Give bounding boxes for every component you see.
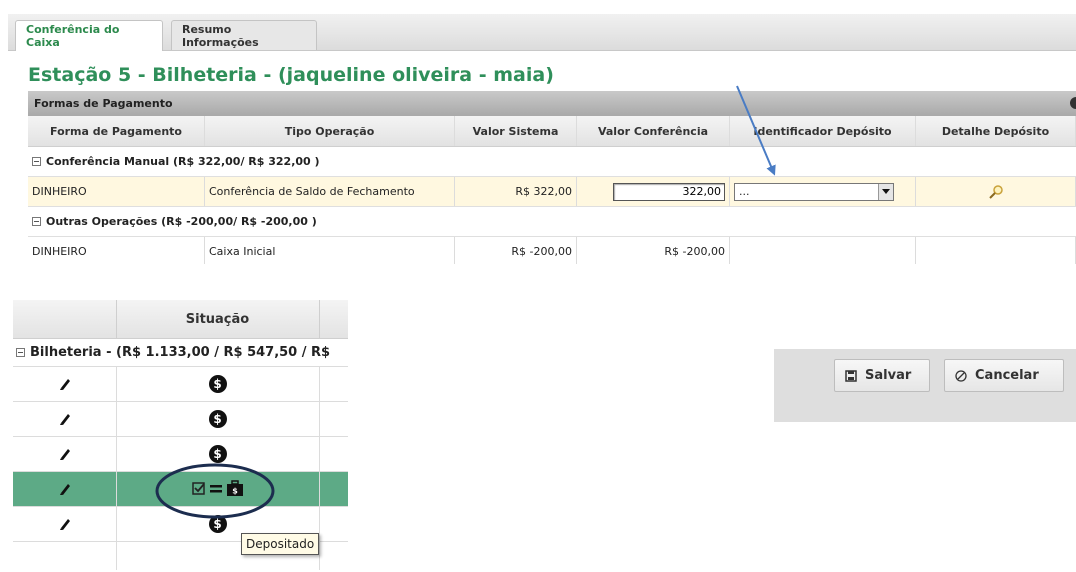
cell-valor-conferencia: R$ -200,00 <box>577 237 730 264</box>
valor-conferencia-input[interactable] <box>613 182 725 201</box>
cell-detalhe <box>916 177 1076 206</box>
list-item[interactable]: $ <box>13 437 348 472</box>
col-tipo-operacao[interactable]: Tipo Operação <box>205 116 455 146</box>
grid-header-row: Forma de Pagamento Tipo Operação Valor S… <box>28 116 1076 147</box>
cell-identificador: ... <box>730 177 916 206</box>
cell-valor-sistema: R$ -200,00 <box>455 237 577 264</box>
cell-forma: DINHEIRO <box>28 177 205 206</box>
dollar-circle-icon: $ <box>208 410 227 428</box>
checkbox-equals-cash-icon: $ <box>191 480 243 496</box>
select-value: ... <box>739 185 750 198</box>
status-panel: Situação Bilheteria - (R$ 1.133,00 / R$ … <box>13 300 348 570</box>
group-label: Bilheteria - (R$ 1.133,00 / R$ 547,50 / … <box>30 344 331 360</box>
save-label: Salvar <box>865 368 912 383</box>
status-tooltip: Depositado <box>241 533 320 555</box>
group-row-outras-operacoes[interactable]: Outras Operações (R$ -200,00/ R$ -200,00… <box>28 207 1076 237</box>
list-item[interactable]: $ <box>13 367 348 402</box>
tab-conferencia-caixa[interactable]: Conferência do Caixa <box>15 20 163 51</box>
collapse-panel-icon[interactable] <box>1070 97 1076 109</box>
collapse-icon[interactable] <box>32 157 41 166</box>
save-button[interactable]: Salvar <box>834 359 930 392</box>
dollar-circle-icon: $ <box>208 515 227 533</box>
cell-identificador <box>730 237 916 264</box>
cash-check-panel: Conferência do Caixa Resumo Informações … <box>8 14 1076 264</box>
dollar-circle-icon: $ <box>208 445 227 463</box>
pencil-icon[interactable] <box>58 517 72 531</box>
col-detalhe-deposito[interactable]: Detalhe Depósito <box>916 116 1076 146</box>
collapse-icon[interactable] <box>16 347 25 357</box>
magnifier-icon[interactable] <box>988 184 1004 200</box>
collapse-icon[interactable] <box>32 217 41 226</box>
group-row-bilheteria[interactable]: Bilheteria - (R$ 1.133,00 / R$ 547,50 / … <box>13 338 348 367</box>
grid-caption-text: Formas de Pagamento <box>34 97 173 110</box>
table-row[interactable]: DINHEIRO Conferência de Saldo de Fechame… <box>28 177 1076 207</box>
cell-tipo: Conferência de Saldo de Fechamento <box>205 177 455 206</box>
cell-tipo: Caixa Inicial <box>205 237 455 264</box>
cash-case-glyph: $ <box>232 487 238 496</box>
cancel-button[interactable]: Cancelar <box>944 359 1064 392</box>
col-forma-pagamento[interactable]: Forma de Pagamento <box>28 116 205 146</box>
group-label: Conferência Manual (R$ 322,00/ R$ 322,00… <box>46 155 320 168</box>
cell-valor-conferencia <box>577 177 730 206</box>
col-valor-conferencia[interactable]: Valor Conferência <box>577 116 730 146</box>
list-item[interactable]: $ <box>13 402 348 437</box>
identificador-deposito-select[interactable]: ... <box>734 182 894 201</box>
actions-panel: Salvar Cancelar <box>774 349 1076 422</box>
cancel-label: Cancelar <box>975 368 1039 383</box>
status-header-row: Situação <box>13 300 348 339</box>
dollar-circle-icon: $ <box>208 375 227 393</box>
cancel-icon <box>955 369 967 382</box>
group-label: Outras Operações (R$ -200,00/ R$ -200,00… <box>46 215 317 228</box>
table-row[interactable]: DINHEIRO Caixa Inicial R$ -200,00 R$ -20… <box>28 237 1076 264</box>
payment-methods-grid: Forma de Pagamento Tipo Operação Valor S… <box>28 116 1076 264</box>
cell-valor-sistema: R$ 322,00 <box>455 177 577 206</box>
col-edit <box>13 300 117 338</box>
save-icon <box>845 369 857 382</box>
col-valor-sistema[interactable]: Valor Sistema <box>455 116 577 146</box>
pencil-icon[interactable] <box>58 482 72 496</box>
col-identificador-deposito[interactable]: Identificador Depósito <box>730 116 916 146</box>
cell-forma: DINHEIRO <box>28 237 205 264</box>
pencil-icon[interactable] <box>58 377 72 391</box>
tab-resumo-informacoes[interactable]: Resumo Informações <box>171 20 317 50</box>
pencil-icon[interactable] <box>58 447 72 461</box>
tab-bar: Conferência do Caixa Resumo Informações <box>8 14 1076 51</box>
list-item-highlighted[interactable]: $ <box>13 472 348 507</box>
col-situacao[interactable]: Situação <box>116 300 320 338</box>
group-row-conferencia-manual[interactable]: Conferência Manual (R$ 322,00/ R$ 322,00… <box>28 147 1076 177</box>
pencil-icon[interactable] <box>58 412 72 426</box>
chevron-down-icon[interactable] <box>878 183 893 200</box>
payment-methods-caption: Formas de Pagamento <box>28 91 1076 116</box>
cell-detalhe <box>916 237 1076 264</box>
page-title: Estação 5 - Bilheteria - (jaqueline oliv… <box>28 64 554 86</box>
